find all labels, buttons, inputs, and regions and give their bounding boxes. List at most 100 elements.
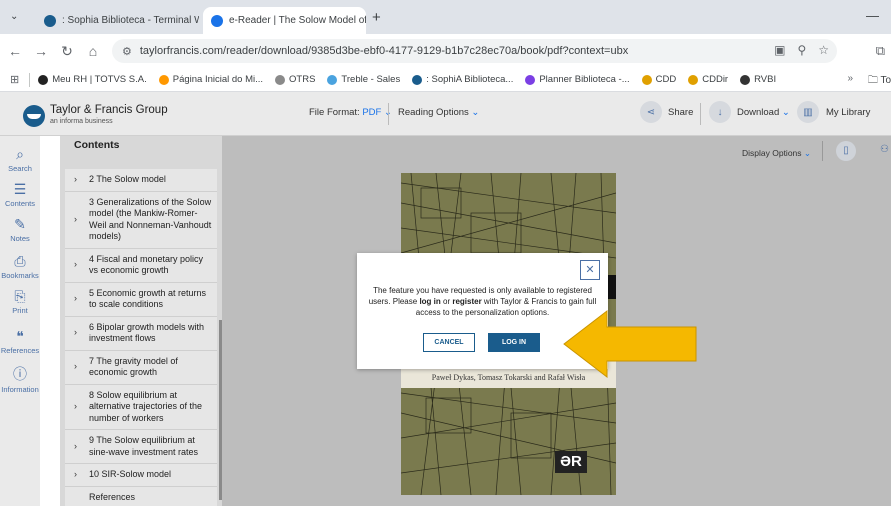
chevron-right-icon[interactable]: › [74, 327, 77, 339]
contents-panel: Contents › 2 The Solow model › 3 Generaliz… [60, 136, 222, 506]
tab-title: : Sophia Biblioteca - Terminal W [62, 15, 199, 26]
rail-label: Notes [10, 234, 30, 243]
rail-print[interactable]: ⎘ Print [0, 288, 40, 315]
add-bookmark-icon[interactable]: ▯ [836, 141, 856, 161]
home-icon[interactable]: ⌂ [82, 43, 104, 59]
extensions-icon[interactable]: ⧉ [876, 43, 885, 59]
bookmark-item[interactable]: RVBI [740, 74, 776, 85]
register-link[interactable]: register [452, 297, 481, 306]
log-in-button[interactable]: LOG IN [488, 333, 540, 352]
bookmark-item[interactable]: Meu RH | TOTVS S.A. [38, 74, 147, 85]
bookmark-item[interactable]: Treble - Sales [327, 74, 400, 85]
close-icon[interactable]: ✕ [580, 260, 600, 280]
tab-ereader[interactable]: e-Reader | The Solow Model of ✕ [203, 7, 366, 34]
rail-bookmarks[interactable]: ⎙ Bookmarks [0, 253, 40, 280]
toc-item[interactable]: › 2 The Solow model [65, 169, 217, 192]
rail-notes[interactable]: ✎ Notes [0, 216, 40, 243]
bookmark-favicon-icon [275, 74, 286, 85]
user-icon[interactable]: ⚇ [880, 144, 889, 155]
rail-contents[interactable]: ☰ Contents [0, 181, 40, 208]
brand-name: Taylor & Francis Group [50, 104, 168, 116]
toc-item[interactable]: › 7 The gravity model of economic growth [65, 350, 217, 385]
new-tab-icon[interactable]: + [372, 9, 381, 26]
chevron-right-icon[interactable]: › [74, 259, 77, 271]
bookmark-item[interactable]: OTRS [275, 74, 315, 85]
bookmark-label: RVBI [754, 74, 777, 85]
forward-icon[interactable]: → [30, 43, 52, 59]
bookmarks-folder[interactable]: 🗀 To [868, 73, 891, 90]
contents-title: Contents [74, 139, 120, 151]
bookmark-favicon-icon [38, 74, 49, 85]
bookmarks-more-icon[interactable]: » [847, 73, 853, 84]
toc-item[interactable]: › 9 The Solow equilibrium at sine-wave in… [65, 430, 217, 464]
toc-item[interactable]: › 4 Fiscal and monetary policy vs economi… [65, 248, 217, 283]
bookmark-item[interactable]: CDDir [688, 74, 728, 85]
star-icon[interactable]: ☆ [818, 43, 829, 57]
bookmark-label: Treble - Sales [341, 74, 401, 85]
toc-item[interactable]: › 3 Generalizations of the Solow model (t… [65, 191, 217, 249]
toc-list: › 2 The Solow model › 3 Generalizations of… [65, 169, 217, 506]
toc-item[interactable]: › 6 Bipolar growth models with investment… [65, 316, 217, 351]
search-icon: ⌕ [16, 146, 24, 162]
apps-grid-icon[interactable]: ⊞ [10, 73, 19, 86]
download-icon[interactable]: ↓ [709, 101, 731, 123]
toc-item-label: 2 The Solow model [89, 174, 166, 184]
minimize-icon[interactable]: — [866, 8, 879, 23]
toolbar-divider [822, 141, 823, 161]
reload-icon[interactable]: ↻ [56, 43, 78, 60]
file-format-label: File Format: [309, 107, 360, 118]
bookmark-item[interactable]: Página Inicial do Mi... [158, 74, 263, 85]
rail-search[interactable]: ⌕ Search [0, 146, 40, 173]
url-input[interactable]: ⚙ taylorfrancis.com/reader/download/9385… [112, 39, 837, 63]
rail-label: Information [1, 385, 39, 394]
chevron-right-icon[interactable]: › [74, 361, 77, 373]
bookmark-item[interactable]: Planner Biblioteca -... [525, 74, 630, 85]
chevron-down-icon: ⌄ [471, 107, 480, 118]
bookmark-label: Planner Biblioteca -... [539, 74, 630, 85]
file-format-select[interactable]: File Format: PDF ⌄ [309, 107, 392, 118]
site-info-icon[interactable]: ⚙ [122, 45, 132, 58]
translate-icon[interactable]: ▣ [774, 43, 785, 57]
chevron-right-icon[interactable]: › [74, 174, 77, 186]
share-icon[interactable]: ⋖ [640, 101, 662, 123]
toc-item[interactable]: › 8 Solow equilibrium at alternative traj… [65, 384, 217, 430]
bookmark-icon: ⎙ [14, 253, 26, 269]
reading-options-menu[interactable]: Reading Options ⌄ [398, 107, 479, 118]
log-in-link[interactable]: log in [419, 297, 440, 306]
header-divider [388, 103, 389, 125]
back-icon[interactable]: ← [4, 43, 26, 59]
my-library-button[interactable]: My Library [826, 107, 870, 118]
cancel-button[interactable]: CANCEL [423, 333, 475, 352]
zoom-icon[interactable]: ⚲ [797, 43, 806, 57]
tab-search-chevron-icon[interactable]: ⌄ [10, 11, 18, 22]
rail-information[interactable]: ⓘ Information [0, 364, 40, 394]
taylor-francis-logo-icon [23, 105, 45, 127]
chevron-right-icon[interactable]: › [74, 469, 77, 481]
left-tool-rail: ⌕ Search ☰ Contents ✎ Notes ⎙ Bookmarks ⎘ Pri… [0, 136, 40, 506]
address-bar: ← → ↻ ⌂ ⚙ taylorfrancis.com/reader/downl… [0, 34, 891, 68]
toc-item[interactable]: › 10 SIR-Solow model [65, 464, 217, 487]
annotation-arrow-icon [563, 309, 697, 379]
toc-item-label: References [89, 491, 136, 502]
bookmark-item[interactable]: : SophiA Biblioteca... [412, 74, 513, 85]
bookmark-item[interactable]: CDD [641, 74, 676, 85]
chevron-right-icon[interactable]: › [74, 401, 77, 413]
reader-header: Taylor & Francis Group an informa busine… [0, 92, 891, 136]
toc-item-label: 6 Bipolar growth models with investment … [89, 321, 205, 344]
bookmark-favicon-icon [412, 74, 423, 85]
download-menu[interactable]: Download ⌄ [737, 107, 790, 118]
toc-item[interactable]: References [65, 486, 217, 506]
library-icon[interactable]: ▥ [797, 101, 819, 123]
sophia-favicon-icon [44, 14, 56, 27]
omnibox-actions: ▣ ⚲ ☆ [774, 43, 829, 57]
bookmark-favicon-icon [740, 74, 751, 85]
toc-item[interactable]: › 5 Economic growth at returns to scale c… [65, 282, 217, 317]
file-format-value: PDF [362, 107, 382, 118]
rail-references[interactable]: ❝ References [0, 328, 40, 355]
chevron-right-icon[interactable]: › [74, 214, 77, 226]
chevron-right-icon[interactable]: › [74, 441, 77, 453]
tab-sophia[interactable]: : Sophia Biblioteca - Terminal W ✕ [36, 7, 199, 34]
chevron-right-icon[interactable]: › [74, 293, 77, 305]
share-button[interactable]: Share [668, 107, 693, 118]
display-options-menu[interactable]: Display Options ⌄ [742, 148, 811, 159]
